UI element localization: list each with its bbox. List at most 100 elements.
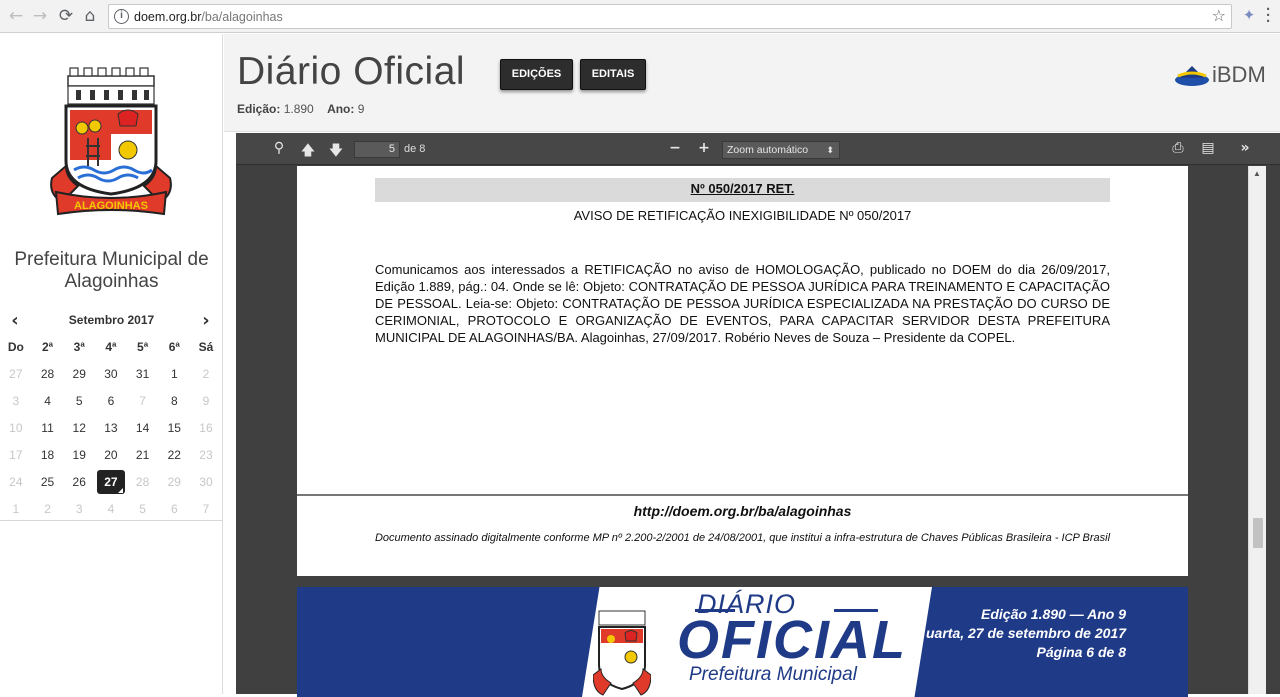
calendar-day[interactable]: 30 — [95, 361, 127, 388]
calendar-day[interactable]: 1 — [158, 361, 190, 388]
calendar-week-row: 1 2 3 4 5 6 7 — [0, 496, 223, 523]
site-header: Diário Oficial EDIÇÕES EDITAIS Edição: 1… — [224, 34, 1280, 132]
document-footer-url: http://doem.org.br/ba/alagoinhas — [633, 503, 852, 519]
calendar-day-number: 17 — [9, 448, 23, 462]
bookmark-star-icon[interactable]: ☆ — [1212, 6, 1226, 25]
calendar-day[interactable]: 14 — [127, 415, 159, 442]
calendar-day[interactable]: 20 — [95, 442, 127, 469]
calendar-day[interactable]: 29 — [63, 361, 95, 388]
editais-button[interactable]: EDITAIS — [580, 59, 646, 90]
calendar-week-row: 17 18 19 20 21 22 23 — [0, 442, 223, 469]
brand-name: iBDM — [1212, 62, 1266, 87]
zoom-in-icon[interactable]: + — [695, 140, 713, 156]
calendar-day[interactable]: 4 — [95, 496, 127, 523]
calendar-day[interactable]: 2 — [190, 361, 222, 388]
edition-value: 1.890 — [283, 102, 314, 116]
calendar-day[interactable]: 3 — [63, 496, 95, 523]
calendar-prev-icon[interactable]: ‹ — [5, 310, 25, 331]
year-value: 9 — [357, 102, 365, 116]
next-page-icon[interactable]: 🡇 — [327, 140, 345, 164]
calendar-day[interactable]: 9 — [190, 388, 222, 415]
calendar-day[interactable]: 26 — [63, 469, 95, 496]
banner-crest-logo — [593, 610, 651, 696]
calendar-day[interactable]: 19 — [63, 442, 95, 469]
calendar-day[interactable]: 8 — [158, 388, 190, 415]
zoom-select[interactable]: Zoom automático ⬍ — [722, 141, 840, 159]
calendar-week-row: 10 11 12 13 14 15 16 — [0, 415, 223, 442]
scroll-up-icon[interactable]: ▲ — [1253, 169, 1261, 178]
page-number-input[interactable]: 5 — [354, 141, 400, 158]
calendar-day[interactable]: 31 — [127, 361, 159, 388]
banner-prefeitura-text: Prefeitura Municipal — [689, 664, 857, 685]
calendar-day[interactable]: 29 — [158, 469, 190, 496]
calendar-day[interactable]: 5 — [63, 388, 95, 415]
address-url[interactable]: doem.org.br/ba/alagoinhas — [134, 10, 283, 24]
calendar-month-title[interactable]: Setembro 2017 — [40, 313, 183, 327]
forward-arrow-icon[interactable]: → — [30, 6, 50, 26]
home-icon[interactable]: ⌂ — [80, 6, 100, 26]
calendar-grid: Do 2ª 3ª 4ª 5ª 6ª Sá 27 28 29 30 31 1 2 3 4 5 6 7 8 9 10 11 12 1… — [0, 334, 223, 523]
calendar-day[interactable]: 21 — [127, 442, 159, 469]
calendar-day[interactable]: 7 — [127, 388, 159, 415]
search-icon[interactable]: ⚲ — [270, 140, 288, 156]
scrollbar-thumb[interactable] — [1253, 518, 1263, 548]
calendar-day[interactable]: 13 — [95, 415, 127, 442]
calendar-day[interactable]: 4 — [32, 388, 64, 415]
calendar-day[interactable]: 24 — [0, 469, 32, 496]
calendar-day[interactable]: 2 — [32, 496, 64, 523]
calendar-day-number: 30 — [199, 475, 213, 489]
previous-page-icon[interactable]: 🡅 — [299, 140, 317, 164]
calendar-day[interactable]: 3 — [0, 388, 32, 415]
calendar-next-icon[interactable]: › — [196, 310, 216, 331]
calendar-day[interactable]: 12 — [63, 415, 95, 442]
calendar-day[interactable]: 30 — [190, 469, 222, 496]
print-icon[interactable]: ⎙ — [1169, 140, 1187, 156]
calendar-weekday-row: Do 2ª 3ª 4ª 5ª 6ª Sá — [0, 334, 223, 361]
calendar-day[interactable]: 11 — [32, 415, 64, 442]
calendar-week-row: 3 4 5 6 7 8 9 — [0, 388, 223, 415]
address-bar[interactable]: i doem.org.br/ba/alagoinhas ☆ — [108, 4, 1232, 29]
calendar-day-number: 25 — [40, 475, 55, 489]
calendar-day-number: 31 — [135, 367, 150, 381]
calendar-day[interactable]: 6 — [95, 388, 127, 415]
calendar-day[interactable]: 28 — [127, 469, 159, 496]
download-icon[interactable]: ▤ — [1199, 140, 1217, 156]
calendar-day-number: 6 — [107, 394, 115, 408]
calendar-day[interactable]: 27 — [0, 361, 32, 388]
calendar-day[interactable]: 25 — [32, 469, 64, 496]
ibdm-logo[interactable]: iBDM — [1174, 62, 1274, 90]
calendar-day[interactable]: 17 — [0, 442, 32, 469]
calendar-header: ‹ Setembro 2017 › — [0, 310, 223, 331]
pdf-viewer: ⚲ 🡅 🡇 5 de 8 − + Zoom automático ⬍ ⎙ ▤ »… — [236, 133, 1280, 697]
calendar-day[interactable]: 7 — [190, 496, 222, 523]
calendar-day-selected[interactable]: 27 — [95, 469, 127, 496]
calendar-day[interactable]: 10 — [0, 415, 32, 442]
zoom-out-icon[interactable]: − — [666, 140, 684, 156]
viewer-scrollbar[interactable]: ▲ — [1248, 166, 1266, 694]
calendar-day-number: 6 — [170, 502, 178, 516]
calendar-day-number: 26 — [72, 475, 86, 489]
tools-menu-icon[interactable]: » — [1236, 140, 1254, 156]
back-arrow-icon[interactable]: ← — [6, 6, 26, 26]
calendar-day-number: 3 — [75, 502, 83, 516]
site-info-icon[interactable]: i — [114, 9, 129, 24]
select-caret-icon: ⬍ — [826, 145, 834, 155]
calendar-day[interactable]: 22 — [158, 442, 190, 469]
reload-icon[interactable]: ⟳ — [56, 6, 76, 26]
calendar-day[interactable]: 28 — [32, 361, 64, 388]
calendar-day-number: 13 — [104, 421, 118, 435]
browser-menu-icon[interactable]: · · · — [1266, 2, 1271, 29]
calendar-day[interactable]: 16 — [190, 415, 222, 442]
extension-icon[interactable]: ✦ — [1240, 6, 1258, 24]
edicoes-button[interactable]: EDIÇÕES — [500, 59, 573, 90]
calendar-day-number: 8 — [170, 394, 178, 408]
calendar-day-number: 21 — [135, 448, 150, 462]
calendar-day[interactable]: 1 — [0, 496, 32, 523]
calendar-day[interactable]: 18 — [32, 442, 64, 469]
municipal-crest-logo[interactable]: ALAGOINHAS — [48, 66, 174, 216]
calendar-day[interactable]: 5 — [127, 496, 159, 523]
calendar-day[interactable]: 23 — [190, 442, 222, 469]
calendar-day[interactable]: 15 — [158, 415, 190, 442]
ibdm-hat-icon — [1175, 66, 1209, 86]
calendar-day[interactable]: 6 — [158, 496, 190, 523]
